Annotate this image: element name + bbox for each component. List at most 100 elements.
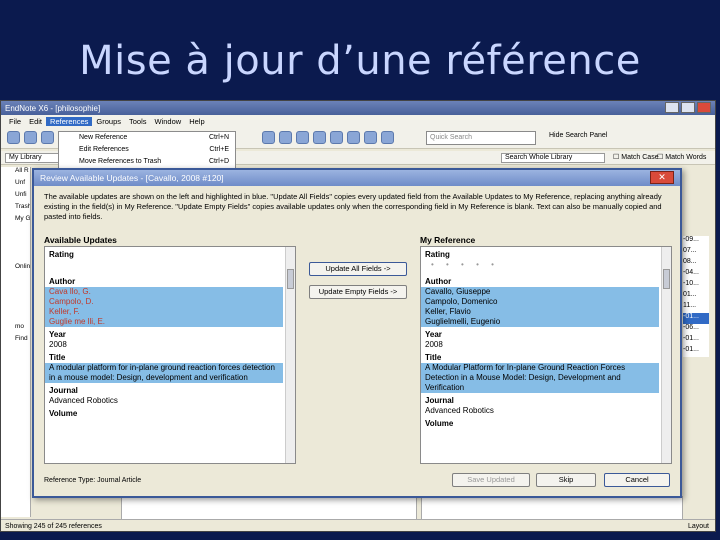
group-item[interactable] [1, 287, 30, 299]
toolbar-icon[interactable] [381, 131, 394, 144]
skip-button[interactable]: Skip [536, 473, 596, 487]
dialog-close-icon[interactable]: ✕ [650, 171, 674, 184]
hide-search-panel-link[interactable]: Hide Search Panel [549, 132, 607, 139]
scrollbar[interactable] [661, 247, 671, 463]
group-item[interactable]: Onlin [1, 263, 30, 275]
save-updated-button[interactable]: Save Updated [452, 473, 530, 487]
list-item[interactable]: -01... [683, 335, 709, 346]
scrollbar[interactable] [285, 247, 295, 463]
field-value-title[interactable]: A Modular Platform for In-plane Ground R… [421, 363, 659, 393]
field-value-year[interactable]: 2008 [421, 340, 671, 350]
library-select[interactable]: My Library [5, 153, 65, 163]
group-item[interactable]: Trash [1, 203, 30, 215]
window-title: EndNote X6 - [philosophie] [5, 103, 101, 113]
minimize-icon[interactable] [665, 102, 679, 113]
menu-file[interactable]: File [5, 117, 25, 126]
rating-stars[interactable]: • • • • • [421, 260, 671, 274]
list-item[interactable]: 01... [683, 291, 709, 302]
toolbar-icon[interactable] [262, 131, 275, 144]
references-menu: New Reference Ctrl+N Edit References Ctrl+… [58, 131, 236, 169]
cancel-button[interactable]: Cancel [604, 473, 670, 487]
menu-item-edit-references[interactable]: Edit References Ctrl+E [59, 144, 235, 156]
reference-type-label: Reference Type: Journal Article [44, 477, 142, 484]
menu-window[interactable]: Window [151, 117, 186, 126]
dialog-title: Review Available Updates - [Cavallo, 200… [40, 173, 224, 183]
window-titlebar: EndNote X6 - [philosophie] [1, 101, 715, 115]
match-case-checkbox[interactable]: ☐ Match Case [613, 153, 659, 161]
group-item[interactable] [1, 275, 30, 287]
toolbar-icon[interactable] [296, 131, 309, 144]
field-value-journal[interactable]: Advanced Robotics [45, 396, 295, 406]
toolbar-icon[interactable] [347, 131, 360, 144]
group-item[interactable] [1, 251, 30, 263]
slide-title: Mise à jour d’une référence [79, 38, 641, 84]
search-scope-select[interactable]: Search Whole Library [501, 153, 605, 163]
preview-panel [121, 496, 417, 520]
field-label: Title [49, 353, 66, 362]
updated-field-author[interactable]: Cava llo, G. Campolo, D. Keller, F. Gugl… [45, 287, 283, 327]
group-item[interactable]: Unfi [1, 191, 30, 203]
list-item[interactable]: 07... [683, 247, 709, 258]
groups-panel: All R Unf Unfi Trash My G Onlin mo Find [1, 167, 31, 517]
list-item[interactable]: -06... [683, 324, 709, 335]
toolbar-icon[interactable] [313, 131, 326, 144]
field-label: Title [425, 353, 442, 362]
menu-item-new-reference[interactable]: New Reference Ctrl+N [59, 132, 235, 144]
updated-field-title[interactable]: A modular platform for in-plane ground r… [45, 363, 283, 383]
group-item[interactable]: All R [1, 167, 30, 179]
field-label: Journal [425, 396, 454, 405]
group-item[interactable] [1, 239, 30, 251]
group-item[interactable] [1, 311, 30, 323]
window-controls [665, 102, 711, 113]
update-empty-fields-button[interactable]: Update Empty Fields -> [309, 285, 407, 299]
menu-edit[interactable]: Edit [25, 117, 46, 126]
menu-item-move-to-trash[interactable]: Move References to Trash Ctrl+D [59, 156, 235, 168]
layout-button[interactable]: Layout [688, 523, 709, 530]
toolbar-icon[interactable] [41, 131, 54, 144]
field-value-year[interactable]: 2008 [45, 340, 295, 350]
status-bar: Showing 245 of 245 references Layout [1, 519, 715, 531]
menu-help[interactable]: Help [185, 117, 208, 126]
field-label: Rating [49, 250, 74, 259]
quick-search-input[interactable]: Quick Search [426, 131, 536, 145]
group-item[interactable]: Find [1, 335, 30, 347]
toolbar-icon[interactable] [364, 131, 377, 144]
list-item[interactable]: -10... [683, 280, 709, 291]
menu-tools[interactable]: Tools [125, 117, 151, 126]
list-item[interactable]: 11... [683, 302, 709, 313]
menu-groups[interactable]: Groups [92, 117, 125, 126]
field-label: Author [425, 277, 452, 286]
dialog-instructions: The available updates are shown on the l… [44, 192, 662, 221]
field-label: Volume [49, 409, 78, 418]
dialog-titlebar: Review Available Updates - [Cavallo, 200… [34, 170, 680, 186]
field-label: Journal [49, 386, 78, 395]
field-value-journal[interactable]: Advanced Robotics [421, 406, 671, 416]
group-item[interactable] [1, 299, 30, 311]
my-reference-pane[interactable]: Rating • • • • • Author Cavallo, Giusepp… [420, 246, 672, 464]
reference-count: Showing 245 of 245 references [5, 523, 102, 530]
update-all-fields-button[interactable]: Update All Fields -> [309, 262, 407, 276]
group-item[interactable] [1, 227, 30, 239]
group-item[interactable]: Unf [1, 179, 30, 191]
list-item[interactable]: -04... [683, 269, 709, 280]
my-reference-label: My Reference [420, 235, 476, 245]
available-updates-label: Available Updates [44, 235, 117, 245]
match-words-checkbox[interactable]: ☐ Match Words [657, 153, 706, 161]
toolbar-icon[interactable] [7, 131, 20, 144]
group-item[interactable]: My G [1, 215, 30, 227]
toolbar-icon[interactable] [330, 131, 343, 144]
reference-list-column: -09... 07... 08... -04... -10... 01... 1… [683, 236, 709, 357]
available-updates-pane[interactable]: Rating Author Cava llo, G. Campolo, D. K… [44, 246, 296, 464]
list-item[interactable]: -01... [683, 313, 709, 324]
list-item[interactable]: 08... [683, 258, 709, 269]
field-value-author[interactable]: Cavallo, Giuseppe Campolo, Domenico Kell… [421, 287, 659, 327]
close-icon[interactable] [697, 102, 711, 113]
maximize-icon[interactable] [681, 102, 695, 113]
review-updates-dialog: Review Available Updates - [Cavallo, 200… [32, 168, 682, 498]
group-item[interactable]: mo [1, 323, 30, 335]
list-item[interactable]: -09... [683, 236, 709, 247]
menu-references[interactable]: References [46, 116, 93, 126]
list-item[interactable]: -01... [683, 346, 709, 357]
toolbar-icon[interactable] [279, 131, 292, 144]
toolbar-icon[interactable] [24, 131, 37, 144]
